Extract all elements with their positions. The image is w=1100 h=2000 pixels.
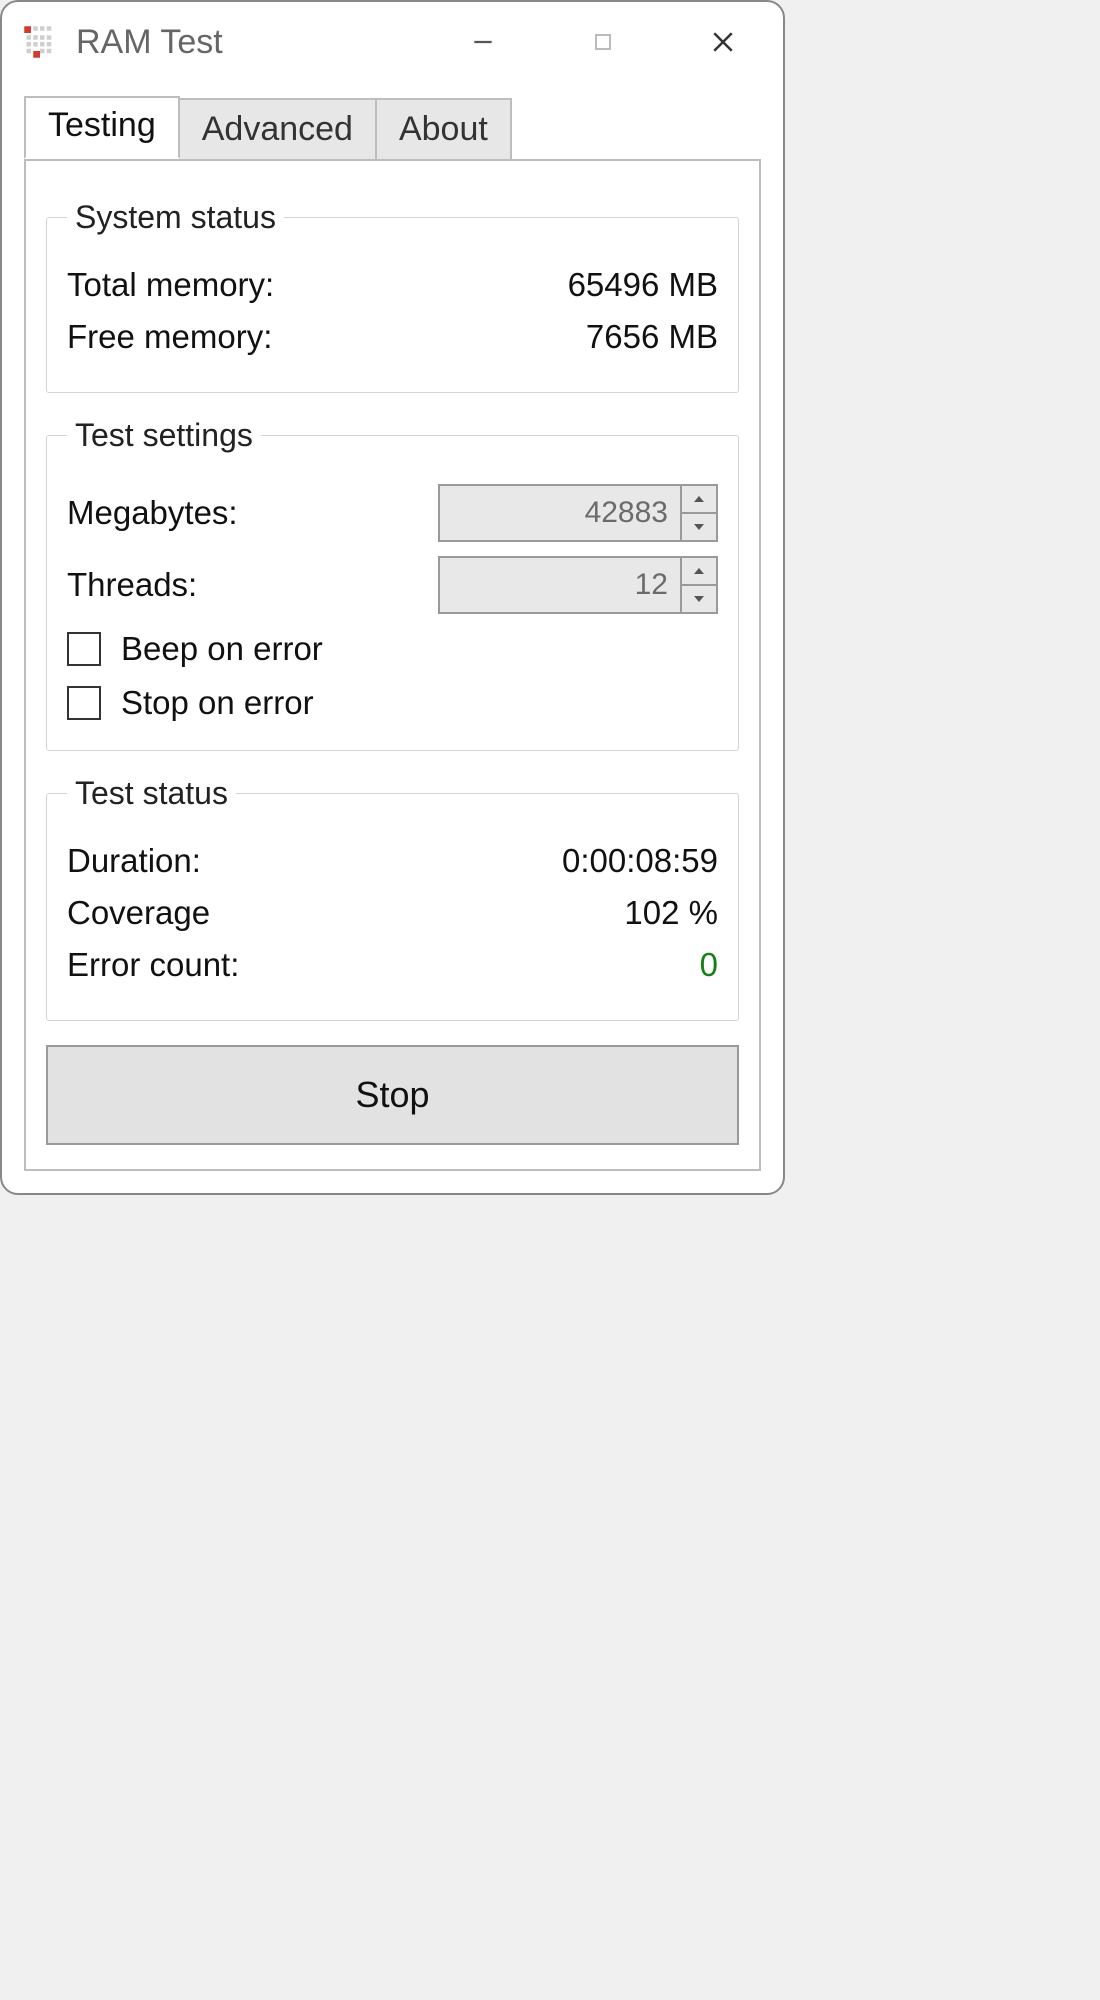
legend-system-status: System status [67, 199, 284, 236]
close-button[interactable] [663, 2, 783, 82]
spin-down-megabytes[interactable] [682, 513, 718, 542]
label-duration: Duration: [67, 842, 562, 880]
value-free-memory: 7656 MB [586, 318, 718, 356]
label-megabytes: Megabytes: [67, 494, 438, 532]
group-test-settings: Test settings Megabytes: 42883 [46, 417, 739, 751]
value-coverage: 102 % [624, 894, 718, 932]
checkbox-beep-on-error[interactable] [67, 632, 101, 666]
input-megabytes[interactable]: 42883 [438, 484, 682, 542]
titlebar: RAM Test [2, 2, 783, 82]
legend-test-settings: Test settings [67, 417, 261, 454]
tab-testing[interactable]: Testing [24, 96, 180, 159]
spin-down-threads[interactable] [682, 585, 718, 614]
label-free-memory: Free memory: [67, 318, 586, 356]
maximize-button[interactable] [543, 2, 663, 82]
tabpanel-testing: System status Total memory: 65496 MB Fre… [24, 159, 761, 1171]
label-total-memory: Total memory: [67, 266, 568, 304]
spin-threads[interactable]: 12 [438, 556, 718, 614]
input-threads[interactable]: 12 [438, 556, 682, 614]
tabstrip: Testing Advanced About [24, 96, 761, 159]
checkbox-stop-on-error[interactable] [67, 686, 101, 720]
label-threads: Threads: [67, 566, 438, 604]
value-error-count: 0 [700, 946, 718, 984]
group-system-status: System status Total memory: 65496 MB Fre… [46, 199, 739, 393]
tab-about[interactable]: About [375, 98, 512, 161]
stop-button[interactable]: Stop [46, 1045, 739, 1145]
label-beep-on-error: Beep on error [121, 630, 323, 668]
spin-megabytes[interactable]: 42883 [438, 484, 718, 542]
window-title: RAM Test [76, 23, 223, 62]
group-test-status: Test status Duration: 0:00:08:59 Coverag… [46, 775, 739, 1021]
label-stop-on-error: Stop on error [121, 684, 314, 722]
legend-test-status: Test status [67, 775, 236, 812]
tab-advanced[interactable]: Advanced [178, 98, 377, 161]
spin-up-megabytes[interactable] [682, 484, 718, 513]
minimize-button[interactable] [423, 2, 543, 82]
app-window: RAM Test Testing Advanced About System s… [0, 0, 785, 1195]
label-coverage: Coverage [67, 894, 624, 932]
app-icon [20, 22, 60, 62]
value-total-memory: 65496 MB [568, 266, 718, 304]
label-error-count: Error count: [67, 946, 700, 984]
spin-up-threads[interactable] [682, 556, 718, 585]
value-duration: 0:00:08:59 [562, 842, 718, 880]
